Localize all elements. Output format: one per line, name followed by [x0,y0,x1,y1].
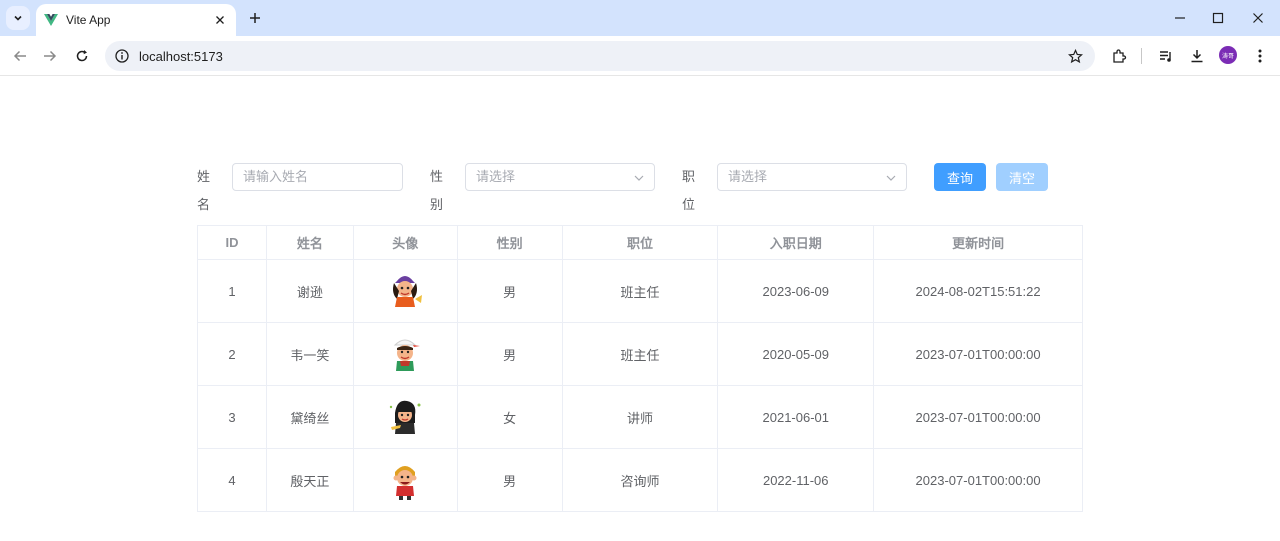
cell-avatar [353,322,458,386]
cell-id: 3 [197,385,267,449]
site-info-icon[interactable] [115,49,129,63]
address-bar[interactable]: localhost:5173 [105,41,1095,71]
tab-title: Vite App [66,13,111,27]
employee-table: ID 姓名 头像 性别 职位 入职日期 更新时间 1 谢逊 男 班主任 2023… [197,225,1083,512]
cell-update-time: 2023-07-01T00:00:00 [873,385,1083,449]
cell-avatar [353,385,458,449]
header-name: 姓名 [266,225,354,260]
cell-name: 殷天正 [266,448,354,512]
close-window-icon[interactable] [1246,6,1270,30]
close-tab-icon[interactable] [212,12,228,28]
job-select-placeholder: 请选择 [728,169,768,184]
chevron-down-icon [14,15,22,21]
cell-entry-date: 2023-06-09 [717,259,875,323]
profile-avatar[interactable]: 涛哥 [1219,46,1237,64]
cell-entry-date: 2022-11-06 [717,448,875,512]
query-button[interactable]: 查询 [934,163,986,191]
browser-tab-active[interactable]: Vite App [36,4,236,36]
header-update-time: 更新时间 [873,225,1083,260]
cell-job: 讲师 [562,385,719,449]
reload-icon[interactable] [70,44,94,68]
black-hair-avatar-icon [390,400,421,434]
download-icon[interactable] [1185,44,1209,68]
cell-job: 班主任 [562,322,719,386]
table-row: 2 韦一笑 男 班主任 2020-05-09 2023-07-01T00:00:… [197,322,1083,386]
cell-gender: 男 [457,448,563,512]
gender-select[interactable]: 请选择 [465,163,655,191]
name-input-placeholder: 请输入姓名 [243,169,309,184]
cell-name: 黛绮丝 [266,385,354,449]
cell-id: 2 [197,322,267,386]
header-entry-date: 入职日期 [717,225,875,260]
job-label: 职位 [682,169,696,212]
header-avatar: 头像 [353,225,458,260]
cell-gender: 男 [457,259,563,323]
header-id: ID [197,225,267,260]
forward-arrow-icon[interactable] [38,44,62,68]
chevron-down-icon [886,175,896,181]
name-label: 姓名 [197,169,211,212]
kebab-menu-icon[interactable] [1248,44,1272,68]
cell-name: 韦一笑 [266,322,354,386]
purple-cap-avatar-icon [393,276,423,307]
cell-update-time: 2023-07-01T00:00:00 [873,322,1083,386]
url-text[interactable]: localhost:5173 [139,49,1068,64]
bookmark-star-icon[interactable] [1068,48,1083,64]
job-select[interactable]: 请选择 [717,163,907,191]
white-cap-avatar-icon [394,339,421,371]
new-tab-icon[interactable] [244,7,266,29]
cell-id: 1 [197,259,267,323]
cell-job: 咨询师 [562,448,719,512]
media-controls-icon[interactable] [1154,44,1178,68]
table-header-row: ID 姓名 头像 性别 职位 入职日期 更新时间 [197,225,1083,260]
cell-entry-date: 2020-05-09 [717,322,875,386]
tab-search-button[interactable] [6,6,30,30]
cell-gender: 男 [457,322,563,386]
cell-id: 4 [197,448,267,512]
red-shirt-avatar-icon [393,466,417,500]
cell-avatar [353,448,458,512]
cell-job: 班主任 [562,259,719,323]
table-row: 3 黛绮丝 女 讲师 2021-06-01 2023-07-01T00:00:0… [197,385,1083,449]
chevron-down-icon [634,175,644,181]
maximize-icon[interactable] [1206,6,1230,30]
toolbar-divider [1141,48,1142,64]
cell-entry-date: 2021-06-01 [717,385,875,449]
gender-select-placeholder: 请选择 [476,169,516,184]
cell-name: 谢逊 [266,259,354,323]
header-job: 职位 [562,225,719,260]
vue-logo-icon [44,14,58,26]
cell-update-time: 2023-07-01T00:00:00 [873,448,1083,512]
header-gender: 性别 [457,225,563,260]
cell-update-time: 2024-08-02T15:51:22 [873,259,1083,323]
cell-gender: 女 [457,385,563,449]
table-row: 1 谢逊 男 班主任 2023-06-09 2024-08-02T15:51:2… [197,259,1083,323]
browser-toolbar: localhost:5173 涛哥 [0,36,1280,76]
extensions-icon[interactable] [1107,44,1131,68]
cell-avatar [353,259,458,323]
back-arrow-icon[interactable] [8,44,32,68]
minimize-icon[interactable] [1168,6,1192,30]
gender-label: 性别 [430,169,444,212]
browser-tab-strip: Vite App [0,0,1280,36]
table-row: 4 殷天正 男 咨询师 2022-11-06 2023-07-01T00:00:… [197,448,1083,512]
clear-button[interactable]: 清空 [996,163,1048,191]
name-input[interactable]: 请输入姓名 [232,163,403,191]
